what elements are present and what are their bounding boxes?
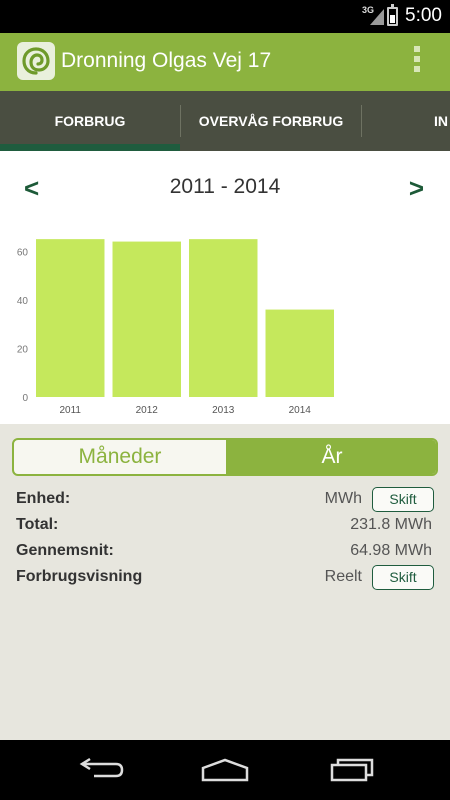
overflow-menu-icon[interactable] [414, 46, 422, 76]
unit-row: Enhed: MWh Skift [16, 487, 436, 512]
total-value: 231.8 MWh [350, 516, 432, 533]
app-title: Dronning Olgas Vej 17 [61, 49, 272, 72]
total-label: Total: [16, 516, 59, 533]
period-toggle: Måneder År [12, 438, 438, 476]
bar-2011[interactable] [36, 239, 105, 397]
x-tick-label: 2011 [59, 405, 81, 416]
view-value: Reelt [324, 568, 362, 585]
view-label: Forbrugsvisning [16, 568, 143, 585]
app-logo-icon[interactable] [17, 42, 55, 80]
battery-icon [387, 4, 398, 26]
status-bar: 3G 5:00 [0, 0, 450, 33]
period-title: 2011 - 2014 [169, 175, 281, 198]
x-tick-label: 2014 [289, 405, 312, 416]
x-tick-label: 2012 [136, 405, 159, 416]
y-tick-label: 0 [22, 393, 28, 404]
average-row: Gennemsnit: 64.98 MWh [16, 539, 436, 563]
back-icon[interactable] [70, 754, 130, 786]
x-tick-label: 2013 [212, 405, 235, 416]
bar-2014[interactable] [265, 309, 335, 397]
clock: 5:00 [405, 5, 442, 26]
next-period-button[interactable]: > [409, 173, 424, 204]
active-tab-indicator [0, 144, 180, 151]
y-tick-label: 60 [17, 247, 29, 258]
y-tick-label: 20 [17, 344, 29, 355]
unit-label: Enhed: [16, 490, 71, 507]
unit-value: MWh [324, 490, 362, 507]
average-value: 64.98 MWh [350, 542, 432, 559]
system-nav-bar [0, 740, 450, 800]
tab-bar: FORBRUG OVERVÅG FORBRUG IN [0, 91, 450, 151]
signal-icon [370, 9, 384, 25]
home-icon[interactable] [195, 754, 255, 786]
change-unit-button[interactable]: Skift [372, 487, 434, 512]
total-row: Total: 231.8 MWh [16, 513, 436, 537]
bar-2012[interactable] [112, 241, 182, 397]
recents-icon[interactable] [320, 754, 380, 786]
year-option[interactable]: År [226, 440, 436, 474]
tab-forbrug[interactable]: FORBRUG [0, 91, 180, 151]
chart-panel: 0 20 40 60 2011 2012 2013 2014 < 2011 - 2014 > [0, 151, 450, 424]
months-option[interactable]: Måneder [14, 440, 226, 474]
tab-partial[interactable]: IN [362, 91, 450, 151]
tab-overvaag-forbrug[interactable]: OVERVÅG FORBRUG [181, 91, 361, 151]
app-bar: Dronning Olgas Vej 17 [0, 33, 450, 91]
y-tick-label: 40 [17, 296, 29, 307]
bar-2013[interactable] [189, 239, 258, 397]
change-view-button[interactable]: Skift [372, 565, 434, 590]
view-row: Forbrugsvisning Reelt Skift [16, 565, 436, 590]
average-label: Gennemsnit: [16, 542, 114, 559]
